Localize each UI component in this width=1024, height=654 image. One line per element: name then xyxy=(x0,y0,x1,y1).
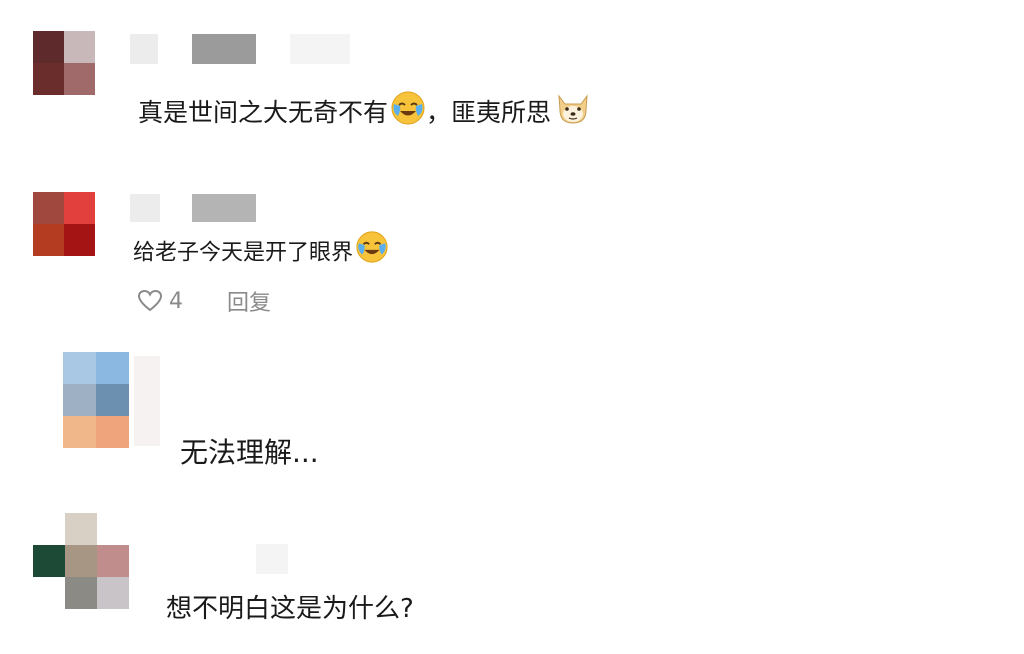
comment-text-suffix: ，匪夷所思 xyxy=(426,98,552,127)
comment-actions: 4 回复 xyxy=(137,285,271,317)
username-blurred[interactable] xyxy=(130,194,160,222)
username-blurred[interactable] xyxy=(130,34,158,64)
cry-laugh-emoji xyxy=(390,90,426,138)
comment-text: 无法理解... xyxy=(180,432,319,474)
avatar[interactable] xyxy=(33,31,95,95)
comment-text-main: 真是世间之大无奇不有 xyxy=(138,98,389,127)
avatar[interactable] xyxy=(63,352,129,448)
reply-button[interactable]: 回复 xyxy=(227,285,271,317)
username-blurred[interactable] xyxy=(192,194,256,222)
cry-laugh-emoji xyxy=(355,230,389,277)
heart-outline-icon[interactable] xyxy=(137,289,163,313)
doge-emoji xyxy=(553,90,593,138)
comment-text: 给老子今天是开了眼界 xyxy=(133,230,389,277)
comment-text-main: 想不明白这是为什么? xyxy=(166,594,414,624)
comment-text: 想不明白这是为什么? xyxy=(166,588,414,630)
comments-screen: 真是世间之大无奇不有 ，匪夷所思 给老子今天是开了眼界 4 回复 无法理解...… xyxy=(0,0,1024,654)
like-count: 4 xyxy=(169,288,183,314)
comment-text-main: 给老子今天是开了眼界 xyxy=(133,240,354,266)
username-blurred[interactable] xyxy=(290,34,350,64)
username-blurred[interactable] xyxy=(134,356,160,446)
username-blurred[interactable] xyxy=(192,34,256,64)
comment-text: 真是世间之大无奇不有 ，匪夷所思 xyxy=(138,90,593,138)
username-blurred[interactable] xyxy=(256,544,288,574)
comment-text-main: 无法理解... xyxy=(180,436,319,469)
avatar[interactable] xyxy=(33,192,95,256)
avatar[interactable] xyxy=(33,513,129,609)
